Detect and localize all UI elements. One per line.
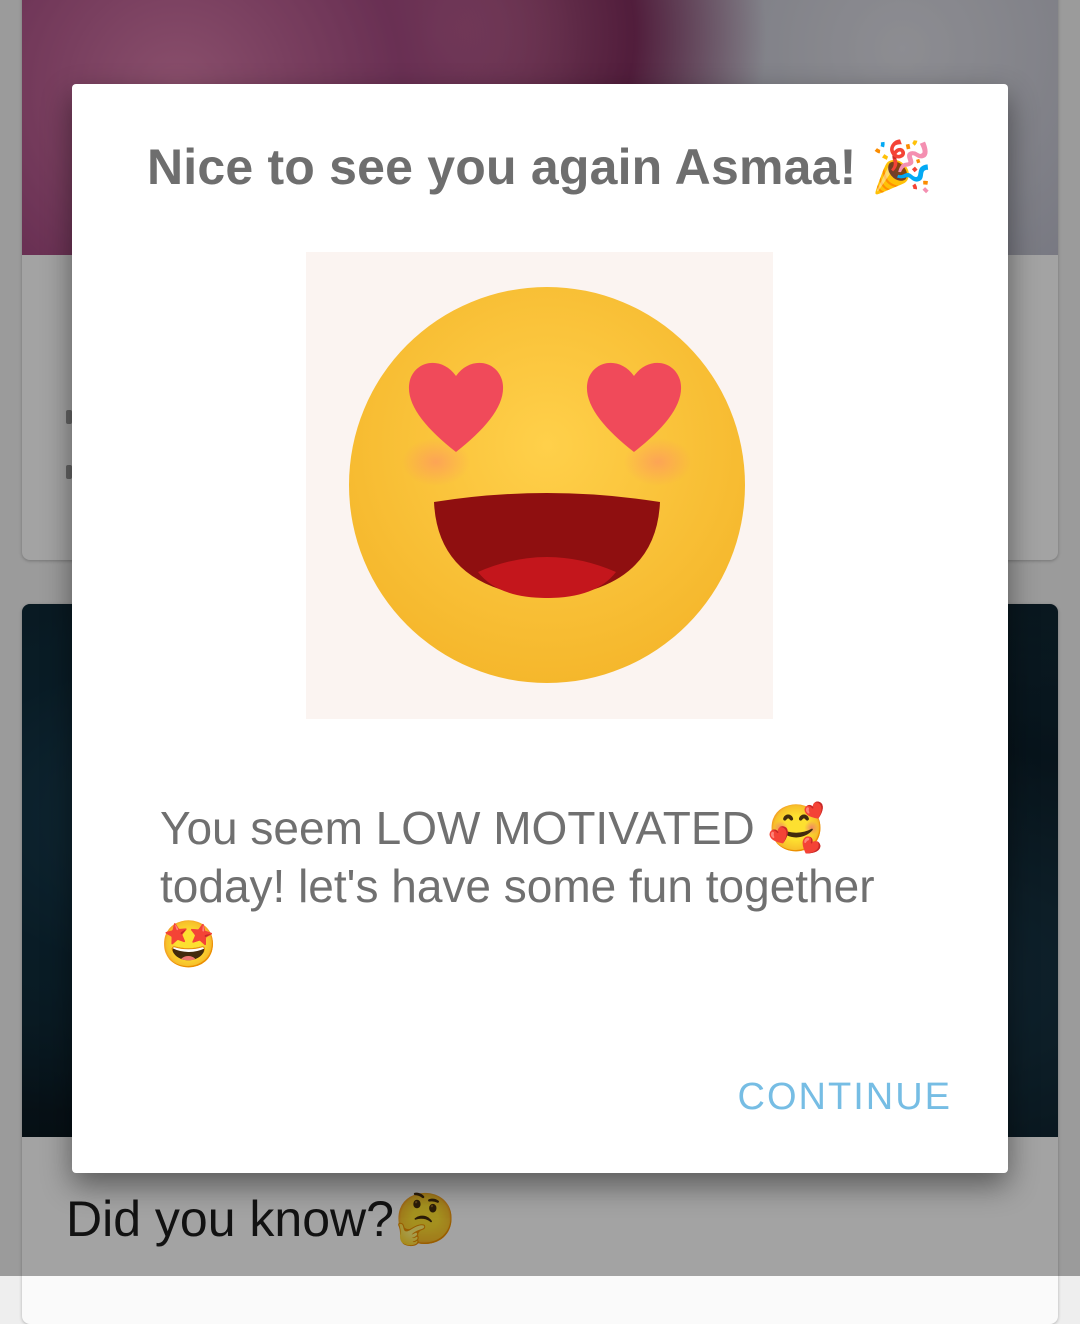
continue-button[interactable]: CONTINUE [738,1076,952,1119]
heart-eyes-smiley-icon [306,252,773,719]
motivation-dialog: Nice to see you again Asmaa! 🎉 You seem … [72,84,1008,1173]
dialog-message: You seem LOW MOTIVATED 🥰 today! let's ha… [160,802,875,970]
dialog-title: Nice to see you again Asmaa! 🎉 [146,139,934,195]
